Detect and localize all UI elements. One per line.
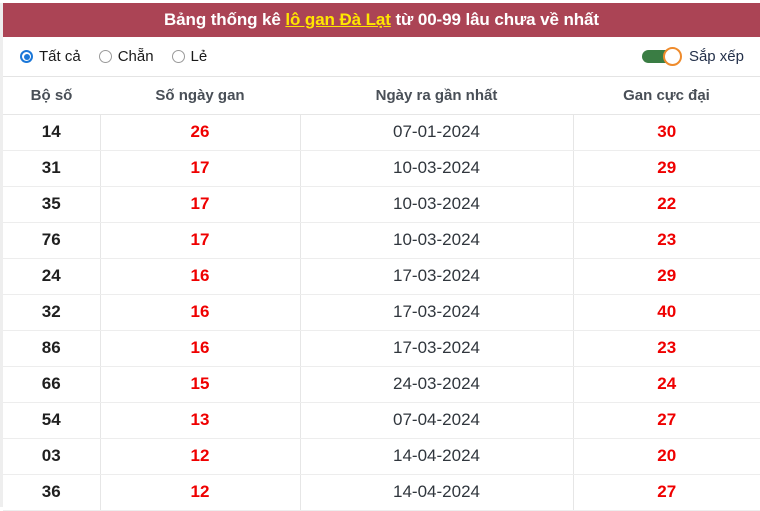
cell-bo-so: 14 bbox=[3, 114, 101, 151]
cell-gan-cuc-dai: 40 bbox=[573, 294, 760, 331]
page-title-bar: Bảng thống kê lô gan Đà Lạt từ 00-99 lâu… bbox=[3, 3, 760, 37]
cell-ngay-ra-gan-nhat: 07-04-2024 bbox=[300, 402, 574, 439]
radio-option-tat-ca[interactable]: Tất cả bbox=[20, 48, 81, 65]
cell-ngay-ra-gan-nhat: 17-03-2024 bbox=[300, 330, 574, 367]
table-header-row: Bộ số Số ngày gan Ngày ra gần nhất Gan c… bbox=[3, 77, 760, 115]
table-row[interactable]: 31 17 10-03-2024 29 bbox=[3, 150, 760, 187]
sort-toggle-wrap: Sắp xếp bbox=[641, 47, 744, 66]
cell-bo-so: 32 bbox=[3, 294, 101, 331]
cell-bo-so: 86 bbox=[3, 330, 101, 367]
cell-bo-so: 24 bbox=[3, 258, 101, 295]
cell-bo-so: 54 bbox=[3, 402, 101, 439]
cell-ngay-ra-gan-nhat: 17-03-2024 bbox=[300, 294, 574, 331]
cell-bo-so: 76 bbox=[3, 222, 101, 259]
cell-bo-so: 35 bbox=[3, 186, 101, 223]
cell-so-ngay-gan: 12 bbox=[100, 438, 301, 475]
cell-ngay-ra-gan-nhat: 17-03-2024 bbox=[300, 258, 574, 295]
cell-gan-cuc-dai: 23 bbox=[573, 330, 760, 367]
cell-gan-cuc-dai: 29 bbox=[573, 150, 760, 187]
cell-gan-cuc-dai: 27 bbox=[573, 474, 760, 511]
cell-ngay-ra-gan-nhat: 10-03-2024 bbox=[300, 222, 574, 259]
cell-gan-cuc-dai: 24 bbox=[573, 366, 760, 403]
lo-gan-table: Bộ số Số ngày gan Ngày ra gần nhất Gan c… bbox=[3, 77, 760, 511]
cell-ngay-ra-gan-nhat: 10-03-2024 bbox=[300, 150, 574, 187]
sort-toggle-label: Sắp xếp bbox=[688, 48, 744, 65]
table-row[interactable]: 54 13 07-04-2024 27 bbox=[3, 402, 760, 439]
table-body: 14 26 07-01-2024 30 31 17 10-03-2024 29 35 17 10-0… bbox=[3, 114, 760, 511]
filter-bar: Tất cả Chẵn Lẻ Sắp xếp bbox=[3, 37, 760, 77]
cell-so-ngay-gan: 17 bbox=[100, 222, 301, 259]
cell-bo-so: 03 bbox=[3, 438, 101, 475]
cell-ngay-ra-gan-nhat: 07-01-2024 bbox=[300, 114, 574, 151]
table-row[interactable]: 32 16 17-03-2024 40 bbox=[3, 294, 760, 331]
sort-toggle-switch[interactable] bbox=[641, 47, 682, 66]
table-row[interactable]: 36 12 14-04-2024 27 bbox=[3, 474, 760, 511]
page-title-suffix: từ 00-99 lâu chưa về nhất bbox=[390, 10, 599, 29]
column-header-bo-so[interactable]: Bộ số bbox=[3, 77, 100, 115]
table-head: Bộ số Số ngày gan Ngày ra gần nhất Gan c… bbox=[3, 77, 760, 115]
cell-so-ngay-gan: 17 bbox=[100, 186, 301, 223]
table-row[interactable]: 03 12 14-04-2024 20 bbox=[3, 438, 760, 475]
cell-so-ngay-gan: 16 bbox=[100, 294, 301, 331]
cell-bo-so: 31 bbox=[3, 150, 101, 187]
column-header-ngay-ra-gan-nhat[interactable]: Ngày ra gần nhất bbox=[300, 77, 573, 115]
column-header-so-ngay-gan[interactable]: Số ngày gan bbox=[100, 77, 300, 115]
lo-gan-statistics-page: Bảng thống kê lô gan Đà Lạt từ 00-99 lâu… bbox=[0, 3, 760, 511]
table-row[interactable]: 86 16 17-03-2024 23 bbox=[3, 330, 760, 367]
radio-button-le[interactable] bbox=[171, 50, 185, 63]
radio-option-le[interactable]: Lẻ bbox=[171, 48, 208, 65]
cell-so-ngay-gan: 17 bbox=[100, 150, 301, 187]
page-title-highlight: lô gan Đà Lạt bbox=[285, 10, 391, 29]
cell-ngay-ra-gan-nhat: 10-03-2024 bbox=[300, 186, 574, 223]
cell-ngay-ra-gan-nhat: 14-04-2024 bbox=[300, 438, 574, 475]
table-row[interactable]: 24 16 17-03-2024 29 bbox=[3, 258, 760, 295]
sort-toggle-knob bbox=[662, 47, 682, 66]
cell-ngay-ra-gan-nhat: 24-03-2024 bbox=[300, 366, 574, 403]
cell-gan-cuc-dai: 20 bbox=[573, 438, 760, 475]
cell-bo-so: 66 bbox=[3, 366, 101, 403]
cell-gan-cuc-dai: 22 bbox=[573, 186, 760, 223]
parity-radio-group: Tất cả Chẵn Lẻ bbox=[20, 48, 207, 65]
cell-so-ngay-gan: 16 bbox=[100, 330, 301, 367]
cell-so-ngay-gan: 12 bbox=[100, 474, 301, 511]
table-row[interactable]: 66 15 24-03-2024 24 bbox=[3, 366, 760, 403]
cell-bo-so: 36 bbox=[3, 474, 101, 511]
table-row[interactable]: 35 17 10-03-2024 22 bbox=[3, 186, 760, 223]
page-title: Bảng thống kê lô gan Đà Lạt từ 00-99 lâu… bbox=[164, 10, 599, 30]
cell-so-ngay-gan: 16 bbox=[100, 258, 301, 295]
radio-button-chan[interactable] bbox=[98, 50, 112, 63]
radio-label-le: Lẻ bbox=[190, 48, 208, 65]
cell-gan-cuc-dai: 29 bbox=[573, 258, 760, 295]
table-row[interactable]: 76 17 10-03-2024 23 bbox=[3, 222, 760, 259]
radio-label-tat-ca: Tất cả bbox=[39, 48, 81, 65]
table-row[interactable]: 14 26 07-01-2024 30 bbox=[3, 114, 760, 151]
cell-ngay-ra-gan-nhat: 14-04-2024 bbox=[300, 474, 574, 511]
cell-gan-cuc-dai: 23 bbox=[573, 222, 760, 259]
page-title-prefix: Bảng thống kê bbox=[164, 10, 286, 29]
cell-so-ngay-gan: 15 bbox=[100, 366, 301, 403]
cell-gan-cuc-dai: 27 bbox=[573, 402, 760, 439]
column-header-gan-cuc-dai[interactable]: Gan cực đại bbox=[573, 77, 760, 115]
cell-so-ngay-gan: 26 bbox=[100, 114, 301, 151]
cell-gan-cuc-dai: 30 bbox=[573, 114, 760, 151]
radio-label-chan: Chẵn bbox=[117, 48, 154, 65]
radio-button-tat-ca[interactable] bbox=[20, 50, 33, 63]
cell-so-ngay-gan: 13 bbox=[100, 402, 301, 439]
radio-option-chan[interactable]: Chẵn bbox=[98, 48, 154, 65]
